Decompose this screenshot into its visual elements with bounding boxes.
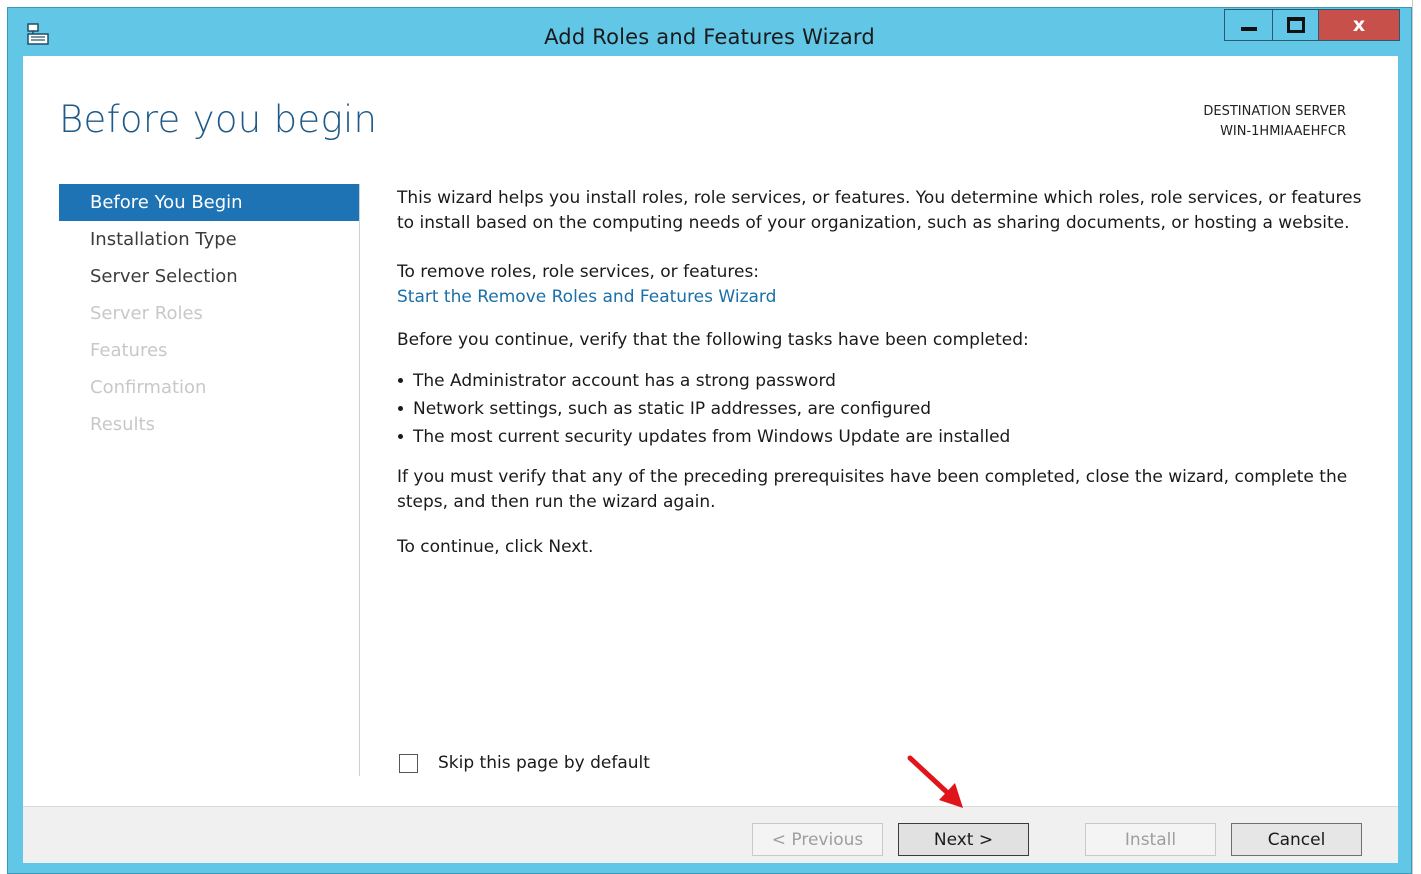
close-button[interactable]: x [1319, 9, 1400, 41]
close-icon: x [1352, 14, 1366, 36]
cancel-button[interactable]: Cancel [1231, 823, 1362, 856]
remove-wizard-link[interactable]: Start the Remove Roles and Features Wiza… [397, 287, 776, 307]
nav-step-before-you-begin[interactable]: Before You Begin [59, 184, 359, 221]
button-bar: < Previous Next > Install Cancel [23, 806, 1398, 863]
window-controls: x [1224, 9, 1400, 41]
nav-step-server-selection[interactable]: Server Selection [59, 258, 359, 295]
nav-step-server-roles: Server Roles [90, 303, 203, 324]
main-panel: This wizard helps you install roles, rol… [397, 186, 1367, 560]
minimize-icon [1240, 27, 1257, 31]
wizard-window: Add Roles and Features Wizard x Before y… [7, 7, 1412, 874]
maximize-icon [1286, 17, 1305, 33]
nav-divider [359, 184, 360, 776]
page-title: Before you begin [59, 98, 378, 141]
prerequisite-list: The Administrator account has a strong p… [397, 367, 1367, 451]
skip-checkbox[interactable] [399, 753, 418, 773]
maximize-button[interactable] [1273, 9, 1319, 41]
list-item: Network settings, such as static IP addr… [397, 395, 1367, 423]
minimize-button[interactable] [1224, 9, 1273, 41]
screen-edge-left [0, 0, 7, 874]
screen-edge-right [1412, 0, 1421, 874]
install-button[interactable]: Install [1085, 823, 1216, 856]
title-bar[interactable]: Add Roles and Features Wizard x [8, 8, 1411, 58]
list-item: The most current security updates from W… [397, 423, 1367, 451]
list-item: The Administrator account has a strong p… [397, 367, 1367, 395]
remove-prompt: To remove roles, role services, or featu… [397, 262, 760, 282]
destination-server-name: WIN-1HMIAAEHFCR [1220, 124, 1346, 139]
wizard-steps-nav: Before You Begin Installation Type Serve… [59, 184, 359, 443]
nav-step-features: Features [90, 340, 168, 361]
verify-prompt: Before you continue, verify that the fol… [397, 330, 1029, 350]
next-button[interactable]: Next > [898, 823, 1029, 856]
previous-button[interactable]: < Previous [752, 823, 883, 856]
continue-note: To continue, click Next. [397, 537, 594, 557]
skip-option[interactable]: Skip this page by default [399, 753, 650, 773]
destination-label: DESTINATION SERVER [1203, 104, 1346, 119]
nav-step-installation-type[interactable]: Installation Type [59, 221, 359, 258]
skip-label: Skip this page by default [438, 753, 650, 773]
wizard-content: Before you begin DESTINATION SERVER WIN-… [23, 56, 1398, 863]
verify-note: If you must verify that any of the prece… [397, 467, 1348, 512]
nav-step-results: Results [90, 414, 155, 435]
destination-server-info: DESTINATION SERVER WIN-1HMIAAEHFCR [1203, 102, 1346, 142]
intro-text: This wizard helps you install roles, rol… [397, 188, 1362, 233]
nav-step-confirmation: Confirmation [90, 377, 207, 398]
window-title: Add Roles and Features Wizard [544, 25, 875, 49]
